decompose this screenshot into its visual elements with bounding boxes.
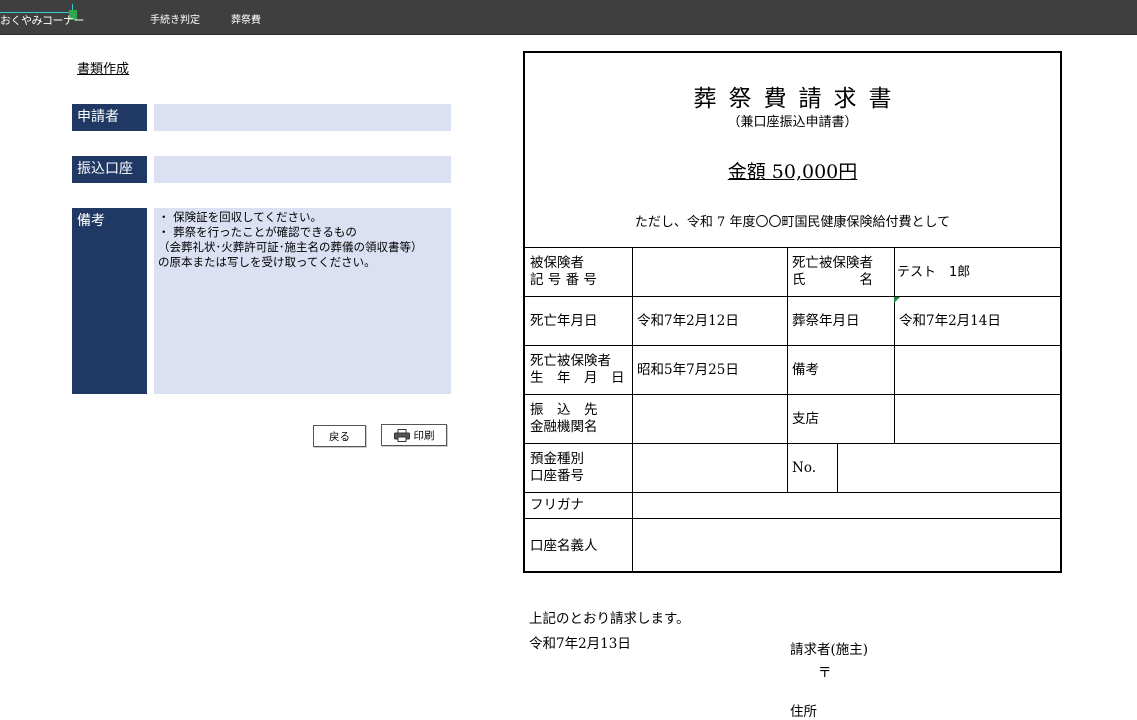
print-button[interactable]: 印刷 xyxy=(381,424,447,446)
doc-subtitle: （兼口座振込申請書） xyxy=(727,115,858,130)
statement-text: 上記のとおり請求します。 xyxy=(529,611,690,627)
birth-date-label: 死亡被保険者 生 年 月 日 xyxy=(530,353,625,386)
table-line xyxy=(525,518,1060,519)
table-line xyxy=(525,394,1060,395)
no-label: No. xyxy=(792,460,816,476)
table-line xyxy=(894,247,895,443)
table-line xyxy=(787,247,788,492)
claimant-label: 請求者(施主) xyxy=(790,642,869,658)
note-label: 備考 xyxy=(72,208,147,394)
table-line xyxy=(525,443,1060,444)
nav-procedure-check[interactable]: 手続き判定 xyxy=(150,11,200,26)
insured-number-label: 被保険者 記 号 番 号 xyxy=(530,255,597,288)
funeral-date-value: 令和7年2月14日 xyxy=(899,313,1001,329)
death-date-value: 令和7年2月12日 xyxy=(637,313,739,329)
claim-date: 令和7年2月13日 xyxy=(529,636,631,652)
birth-date-value: 昭和5年7月25日 xyxy=(637,362,739,378)
doc-amount-text: 金額 50,000円 xyxy=(727,161,858,183)
nav-funeral-expense[interactable]: 葬祭費 xyxy=(231,11,261,26)
remarks-label: 備考 xyxy=(792,362,819,378)
brand-text: おくやみコーナー xyxy=(0,14,85,27)
bank-label: 振 込 先 金融機関名 xyxy=(530,402,598,435)
holder-label: 口座名義人 xyxy=(530,538,598,554)
account-label: 振込口座 xyxy=(72,156,147,183)
applicant-input[interactable] xyxy=(154,104,451,131)
back-button[interactable]: 戻る xyxy=(313,425,366,447)
funeral-date-label: 葬祭年月日 xyxy=(792,313,860,329)
deceased-name-label: 死亡被保険者 氏 名 xyxy=(792,255,873,288)
top-bar: おくやみコーナー 手続き判定 葬祭費 xyxy=(0,0,1137,35)
death-date-label: 死亡年月日 xyxy=(530,313,598,329)
table-line xyxy=(525,296,1060,297)
doc-title: 葬祭費請求書 xyxy=(693,86,904,112)
table-line xyxy=(525,247,1060,248)
doc-description: ただし、令和 7 年度〇〇町国民健康保険給付費として xyxy=(634,215,951,230)
printer-icon xyxy=(393,428,410,442)
table-line xyxy=(525,492,1060,493)
deposit-label: 預金種別 口座番号 xyxy=(530,451,584,484)
cell-marker-icon xyxy=(894,297,900,303)
doc-amount: 金額 50,000円 xyxy=(525,157,1060,184)
print-button-label: 印刷 xyxy=(413,429,435,442)
applicant-label: 申請者 xyxy=(72,104,147,131)
address-label: 住所 xyxy=(790,704,817,720)
table-line xyxy=(525,345,1060,346)
brand-logo[interactable]: おくやみコーナー xyxy=(0,4,85,28)
furigana-label: フリガナ xyxy=(530,497,584,513)
branch-label: 支店 xyxy=(792,411,819,427)
form-title: 書類作成 xyxy=(77,62,130,77)
table-line xyxy=(632,247,633,571)
account-input[interactable] xyxy=(154,156,451,183)
table-line xyxy=(837,443,838,492)
claim-document: 葬祭費請求書 （兼口座振込申請書） 金額 50,000円 ただし、令和 7 年度… xyxy=(523,51,1062,573)
postal-mark: 〒 xyxy=(818,665,832,681)
deceased-name-value: テスト 1郎 xyxy=(897,265,971,280)
note-text: ・ 保険証を回収してください。 ・ 葬祭を行ったことが確認できるもの （会葬礼状… xyxy=(154,208,451,394)
